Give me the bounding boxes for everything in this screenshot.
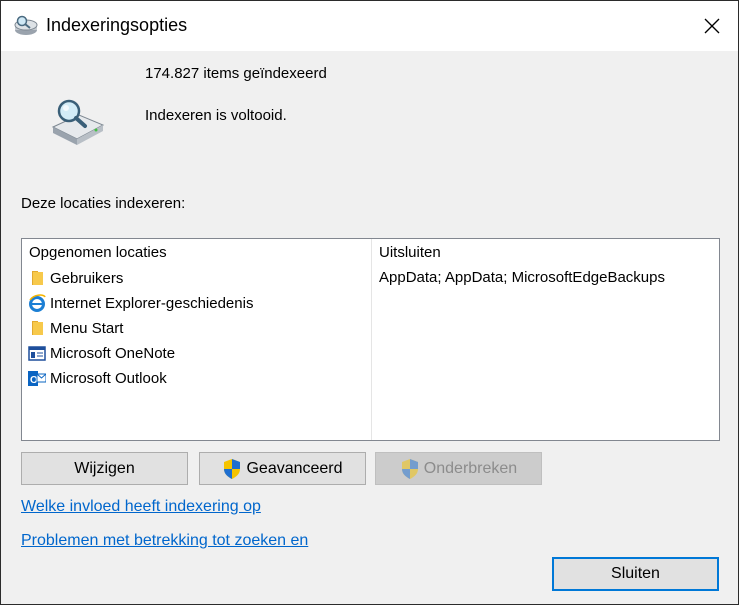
locations-label: Deze locaties indexeren: xyxy=(21,195,186,212)
uac-shield-icon xyxy=(401,458,418,479)
column-header-included[interactable]: Opgenomen locaties xyxy=(29,244,167,261)
close-button[interactable]: Sluiten xyxy=(552,557,719,591)
outlook-icon: O xyxy=(28,371,46,386)
modify-button-label: Wijzigen xyxy=(74,459,135,477)
list-item-label: Menu Start xyxy=(50,319,124,337)
exclude-value: AppData; AppData; MicrosoftEdgeBackups xyxy=(379,269,665,286)
list-item-label: Microsoft OneNote xyxy=(50,344,176,362)
items-indexed-count: 174.827 items geïndexeerd xyxy=(145,65,327,82)
indexing-options-dialog: Indexeringsopties 174.827 items geïndexe… xyxy=(0,0,739,605)
list-item-label: Microsoft Outlook xyxy=(50,369,167,387)
title-bar[interactable]: Indexeringsopties xyxy=(1,1,738,51)
locations-list[interactable]: Opgenomen locaties Uitsluiten Gebruikers… xyxy=(21,238,720,441)
modify-button[interactable]: Wijzigen xyxy=(21,452,188,485)
close-window-button[interactable] xyxy=(692,7,732,45)
column-divider xyxy=(371,239,372,440)
advanced-button-label: Geavanceerd xyxy=(246,459,343,477)
list-item-outlook[interactable]: O Microsoft Outlook xyxy=(28,366,167,390)
troubleshoot-search-link[interactable]: Problemen met betrekking tot zoeken en xyxy=(21,532,308,550)
folder-icon xyxy=(32,321,43,335)
list-item-label: Internet Explorer-geschiedenis xyxy=(50,294,254,312)
pause-button-label: Onderbreken xyxy=(423,459,518,477)
onenote-icon xyxy=(28,346,46,361)
uac-shield-icon xyxy=(224,458,241,479)
close-button-label: Sluiten xyxy=(611,565,660,582)
list-item-internet-explorer[interactable]: Internet Explorer-geschiedenis xyxy=(28,291,253,315)
list-item-onenote[interactable]: Microsoft OneNote xyxy=(28,341,175,365)
list-item-label: Gebruikers xyxy=(50,269,124,287)
column-header-exclude[interactable]: Uitsluiten xyxy=(379,244,441,261)
indexed-drive-icon xyxy=(51,99,105,145)
folder-icon xyxy=(32,271,43,285)
window-title: Indexeringsopties xyxy=(46,15,188,35)
indexing-status: Indexeren is voltooid. xyxy=(145,107,287,124)
close-icon xyxy=(704,18,720,34)
pause-button[interactable]: Onderbreken xyxy=(375,452,542,485)
indexing-options-icon xyxy=(14,15,38,35)
internet-explorer-icon xyxy=(29,294,46,312)
list-item-gebruikers[interactable]: Gebruikers xyxy=(28,266,123,290)
indexing-impact-link[interactable]: Welke invloed heeft indexering op xyxy=(21,498,261,516)
advanced-button[interactable]: Geavanceerd xyxy=(199,452,366,485)
list-item-menu-start[interactable]: Menu Start xyxy=(28,316,123,340)
